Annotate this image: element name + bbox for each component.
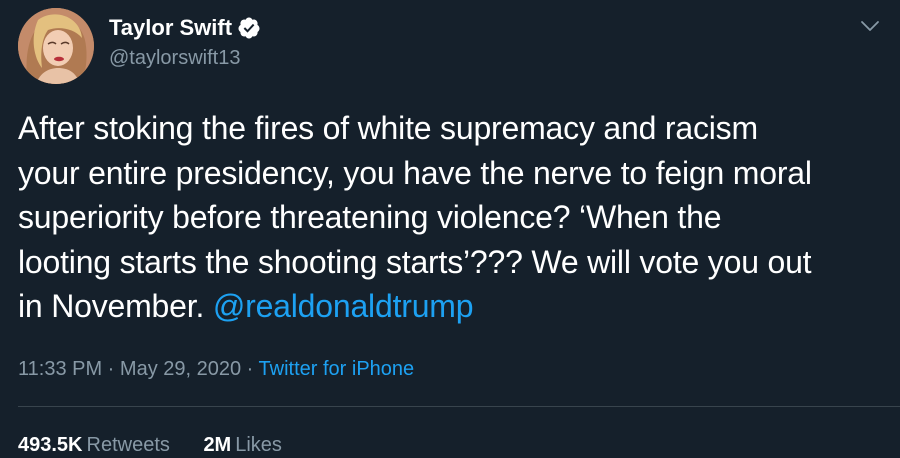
verified-badge-icon [237,16,261,40]
tweet-stats: 493.5K Retweets 2M Likes [18,432,310,458]
tweet-source-link[interactable]: Twitter for iPhone [259,358,415,380]
likes-count: 2M [203,434,232,456]
tweet-text-line: After stoking the fires of white suprema… [18,110,758,146]
divider [18,406,900,407]
meta-separator: · [241,358,259,380]
tweet-meta: 11:33 PM · May 29, 2020 · Twitter for iP… [18,356,414,382]
mention-link[interactable]: @realdonaldtrump [213,288,474,324]
tweet-text-line: in November. @realdonaldtrump [18,284,888,329]
tweet-text-line: your entire presidency, you have the ner… [18,154,812,191]
tweet-text: After stoking the fires of white suprema… [18,106,888,329]
likes-stat[interactable]: 2M Likes [203,432,282,458]
chevron-down-icon[interactable] [858,14,882,38]
tweet-time[interactable]: 11:33 PM [18,358,102,380]
avatar-image [18,8,94,84]
likes-label: Likes [235,434,282,456]
tweet-text-line: looting starts the shooting starts’??? W… [18,243,812,280]
tweet-text-line: superiority before threatening violence?… [18,199,722,235]
tweet-card: Taylor Swift @taylorswift13 After stokin… [0,0,900,456]
meta-separator: · [102,358,120,380]
retweets-count: 493.5K [18,434,83,456]
retweets-stat[interactable]: 493.5K Retweets [18,432,170,458]
author-handle[interactable]: @taylorswift13 [109,45,261,71]
retweets-label: Retweets [86,434,170,456]
avatar[interactable] [18,8,94,84]
tweet-text-fragment: in November. [18,288,213,324]
author-display-name[interactable]: Taylor Swift [109,12,232,44]
display-name-row: Taylor Swift [109,12,261,44]
tweet-date[interactable]: May 29, 2020 [120,358,241,380]
author-block: Taylor Swift @taylorswift13 [109,12,261,71]
